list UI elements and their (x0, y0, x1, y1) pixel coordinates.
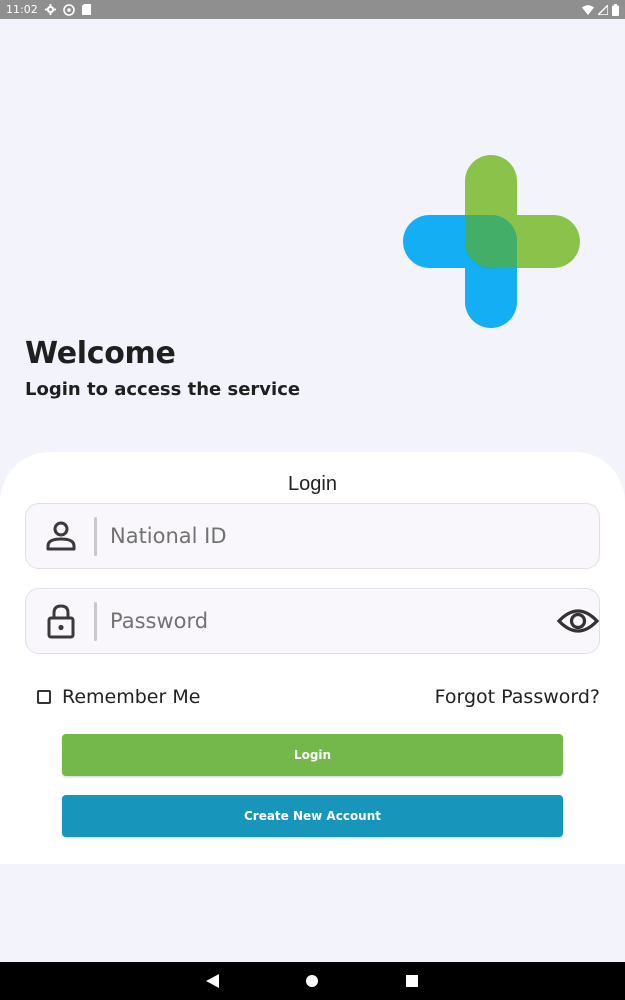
recents-button[interactable] (392, 962, 432, 1000)
password-input[interactable] (110, 589, 530, 653)
battery-icon (612, 3, 619, 16)
remember-me-checkbox[interactable]: Remember Me (37, 684, 200, 710)
wifi-icon (582, 4, 594, 15)
login-button[interactable]: Login (62, 734, 563, 776)
status-right (582, 3, 619, 16)
forgot-password-link[interactable]: Forgot Password? (435, 684, 600, 710)
sync-icon (62, 3, 75, 16)
home-button[interactable] (292, 962, 332, 1000)
home-icon (306, 975, 318, 987)
recents-icon (406, 975, 418, 987)
back-button[interactable] (192, 962, 232, 1000)
status-bar: 11:02 (0, 0, 625, 19)
sd-card-icon (81, 4, 91, 15)
national-id-field[interactable] (25, 503, 600, 569)
create-account-button[interactable]: Create New Account (62, 795, 563, 837)
status-time: 11:02 (6, 3, 38, 16)
person-icon (46, 521, 76, 551)
welcome-title: Welcome (25, 336, 176, 371)
navigation-bar (0, 962, 625, 1000)
back-icon (205, 974, 219, 988)
field-divider (94, 517, 97, 556)
welcome-subtitle: Login to access the service (25, 379, 301, 400)
field-divider (94, 602, 97, 641)
national-id-input[interactable] (110, 504, 530, 568)
gear-icon (44, 4, 56, 15)
status-left: 11:02 (6, 3, 91, 16)
login-card-title: Login (288, 473, 337, 495)
signal-icon (598, 4, 608, 15)
remember-me-label: Remember Me (62, 686, 201, 708)
checkbox-icon[interactable] (37, 690, 51, 704)
lock-icon (47, 604, 75, 639)
eye-icon[interactable] (557, 603, 599, 639)
password-field[interactable] (25, 588, 600, 654)
medical-cross-logo (403, 155, 580, 328)
